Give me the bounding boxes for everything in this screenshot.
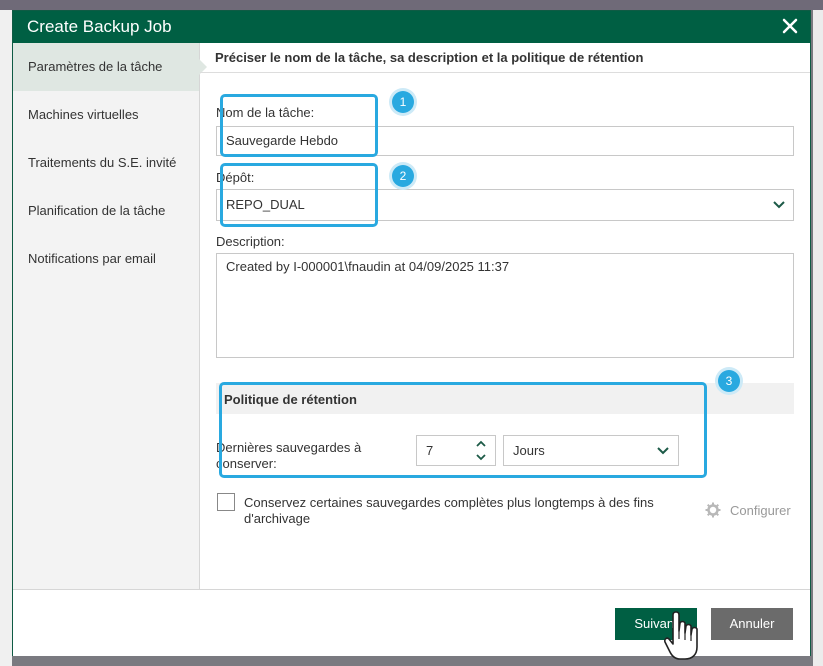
- retention-heading: Politique de rétention: [224, 392, 357, 407]
- close-icon[interactable]: [778, 14, 802, 38]
- sidebar-item-job-settings[interactable]: Paramètres de la tâche: [13, 43, 207, 91]
- repository-select[interactable]: REPO_DUAL: [216, 189, 794, 221]
- description-textarea[interactable]: Created by I-000001\fnaudin at 04/09/202…: [216, 253, 794, 358]
- dialog-titlebar: Create Backup Job: [13, 11, 810, 43]
- archive-checkbox-label: Conservez certaines sauvegardes complète…: [244, 495, 654, 526]
- chevron-down-icon: [657, 447, 669, 455]
- gear-icon: [705, 502, 721, 518]
- backdrop: [0, 0, 823, 10]
- restore-points-value: 7: [426, 443, 434, 458]
- create-backup-job-dialog: Create Backup Job Paramètres de la tâche…: [12, 10, 811, 656]
- description-label: Description:: [216, 234, 285, 249]
- wizard-steps-sidebar: Paramètres de la tâche Machines virtuell…: [13, 43, 207, 589]
- callout-badge-3: 3: [718, 370, 740, 392]
- retention-unit-value: Jours: [513, 443, 545, 458]
- archive-checkbox[interactable]: [217, 493, 235, 511]
- restore-points-stepper[interactable]: 7: [416, 435, 496, 466]
- backdrop: [0, 10, 12, 666]
- page-title: Préciser le nom de la tâche, sa descript…: [200, 43, 810, 73]
- retention-unit-select[interactable]: Jours: [503, 435, 679, 466]
- sidebar-item-guest-processing[interactable]: Traitements du S.E. invité: [13, 139, 199, 187]
- callout-badge-1: 1: [392, 91, 414, 113]
- job-name-input[interactable]: Sauvegarde Hebdo: [216, 126, 794, 156]
- keep-restore-points-label: Dernières sauvegardes à conserver:: [216, 440, 362, 471]
- job-name-label: Nom de la tâche:: [216, 105, 315, 120]
- repository-select-value: REPO_DUAL: [226, 197, 305, 212]
- callout-badge-2: 2: [392, 165, 414, 187]
- cancel-button[interactable]: Annuler: [711, 608, 793, 640]
- configure-label: Configurer: [730, 503, 791, 518]
- hand-pointer-icon: [664, 611, 698, 660]
- sidebar-item-email-notifications[interactable]: Notifications par email: [13, 235, 199, 283]
- backdrop: [813, 10, 823, 666]
- dialog-title: Create Backup Job: [27, 17, 172, 36]
- sidebar-item-virtual-machines[interactable]: Machines virtuelles: [13, 91, 199, 139]
- job-settings-panel: Préciser le nom de la tâche, sa descript…: [200, 43, 810, 589]
- repository-label: Dépôt:: [216, 170, 255, 185]
- stepper-arrows-icon[interactable]: [476, 440, 486, 462]
- sidebar-item-schedule[interactable]: Planification de la tâche: [13, 187, 199, 235]
- configure-link[interactable]: Configurer: [705, 502, 805, 522]
- chevron-down-icon: [773, 201, 785, 209]
